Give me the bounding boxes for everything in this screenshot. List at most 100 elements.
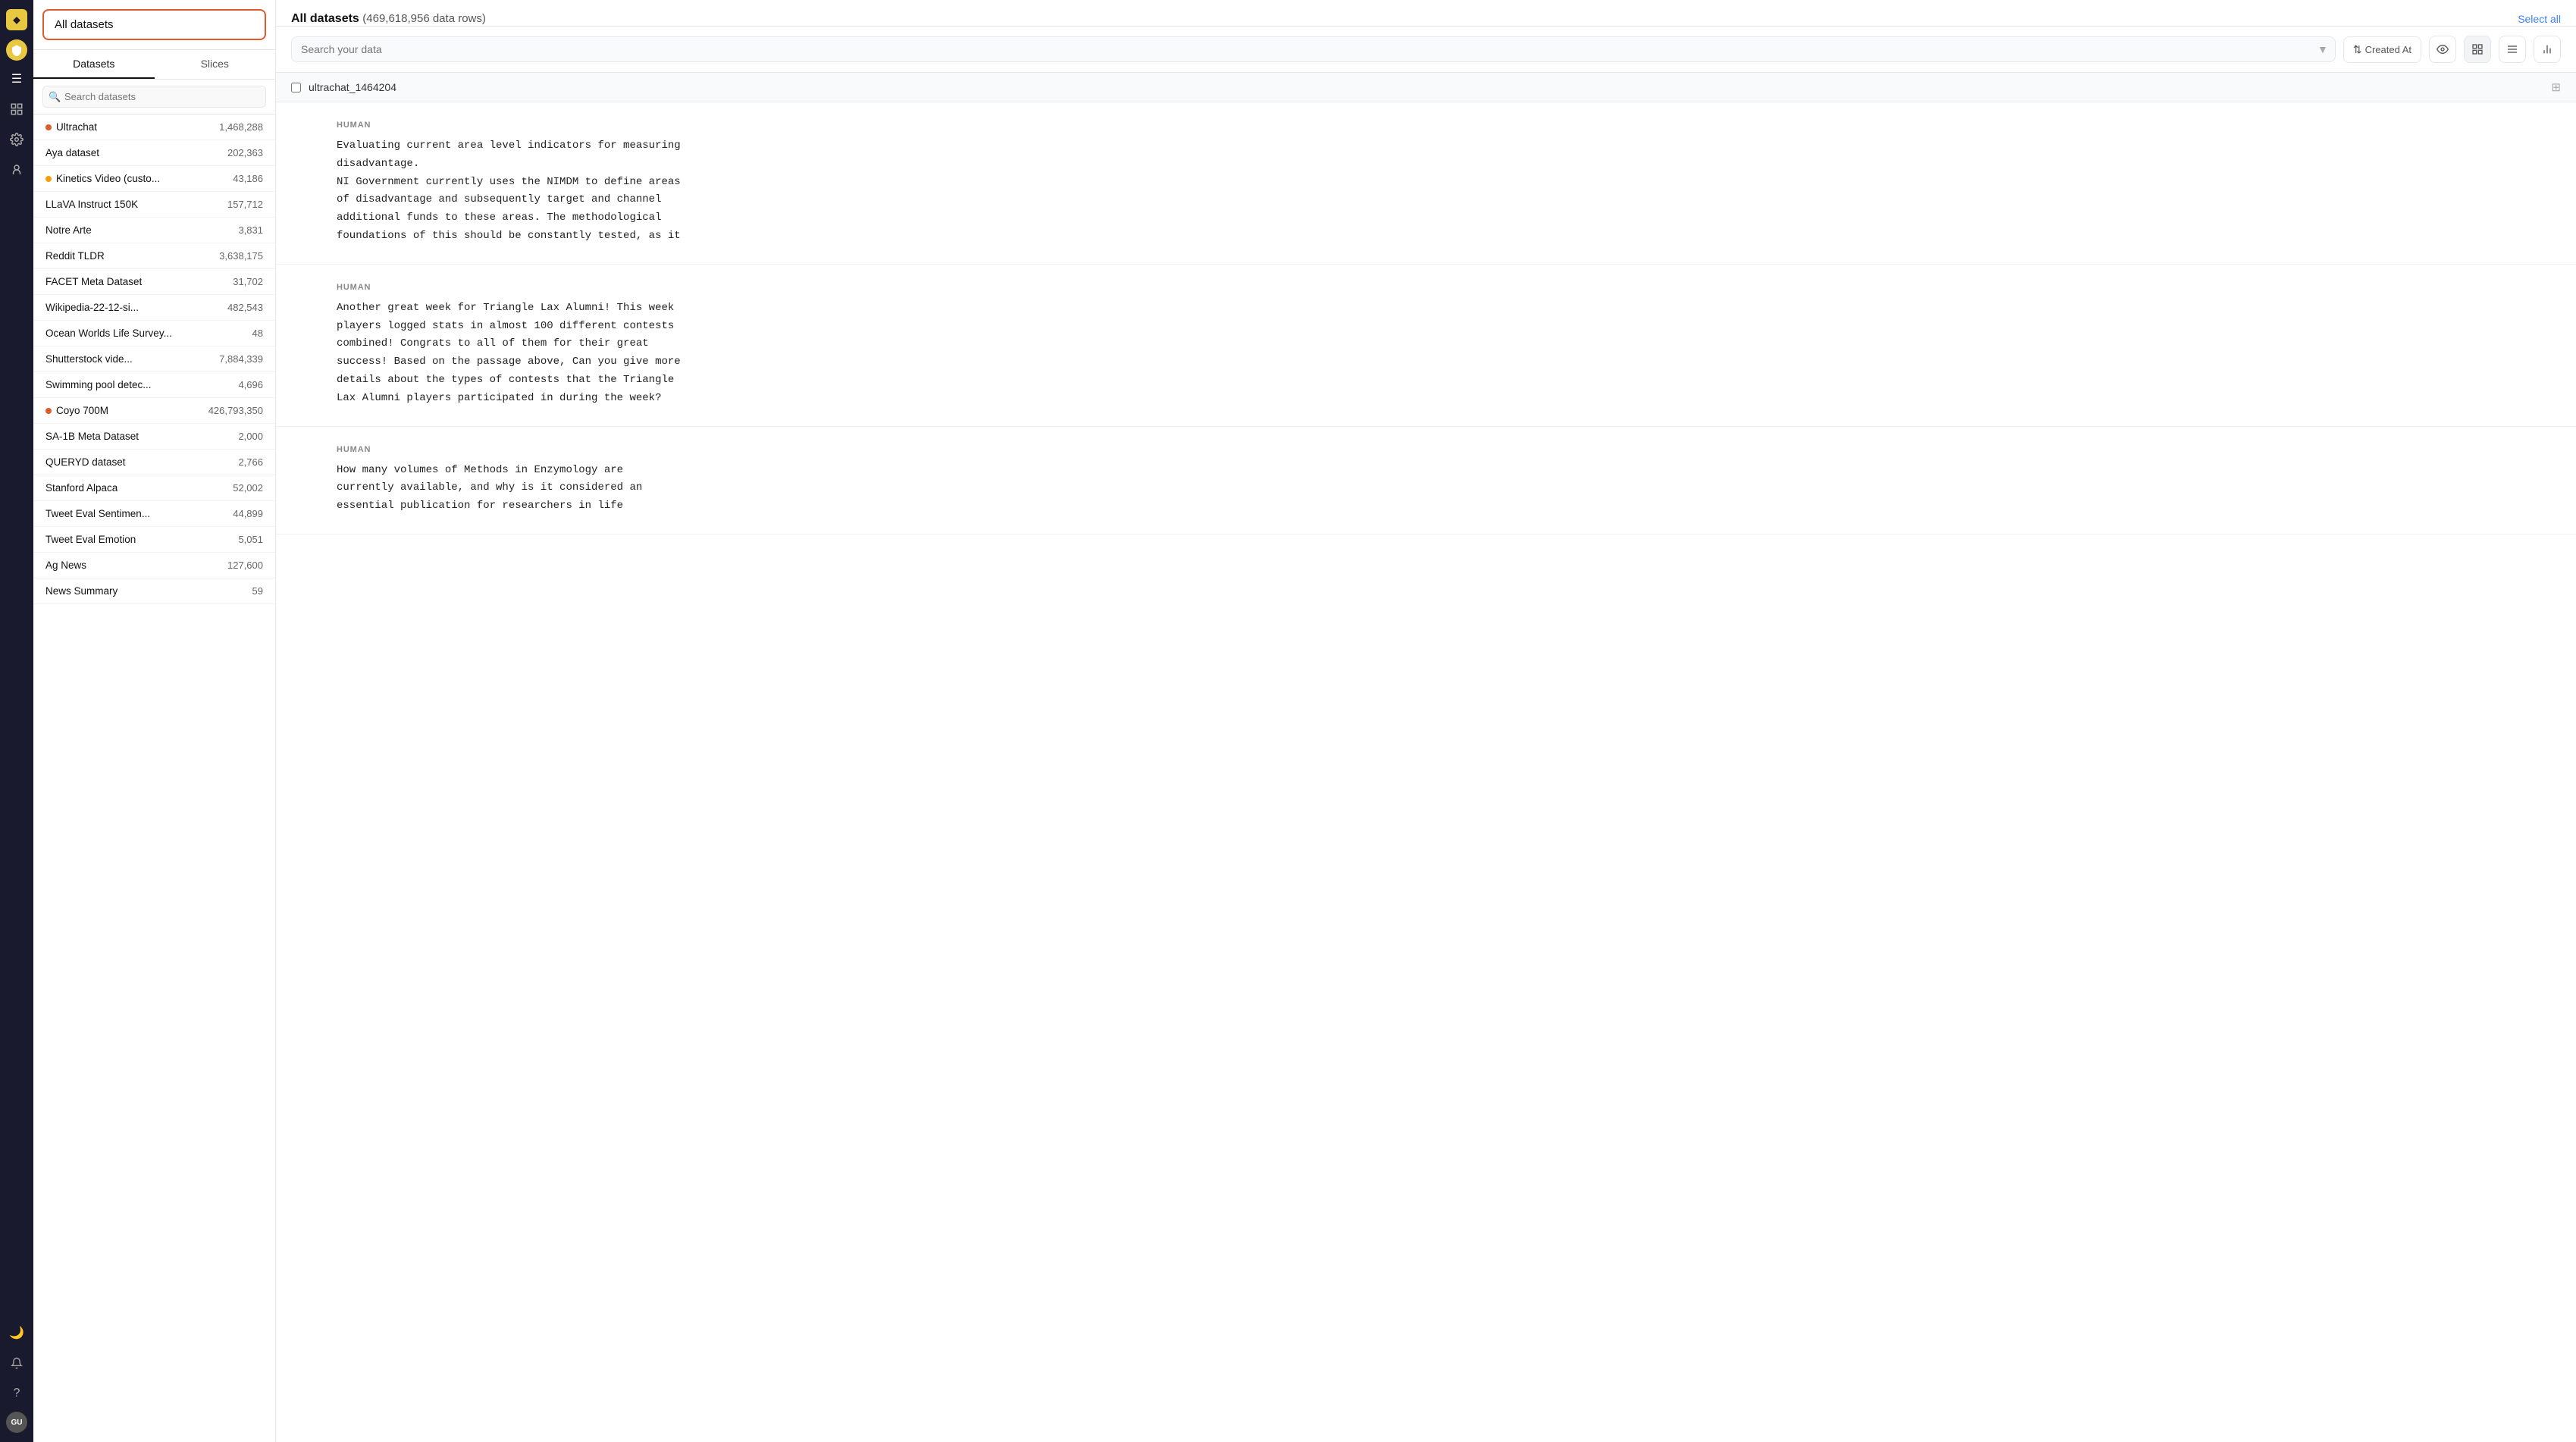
dataset-list-item[interactable]: QUERYD dataset 2,766 [33,450,275,475]
dataset-list-item[interactable]: Coyo 700M 426,793,350 [33,398,275,424]
list-view-button[interactable] [2499,36,2526,63]
eye-view-button[interactable] [2429,36,2456,63]
message-section: HUMANEvaluating current area level indic… [276,102,2576,265]
user-avatar[interactable]: GU [6,1412,27,1433]
dataset-item-count: 3,831 [238,224,263,236]
dataset-item-count: 31,702 [233,276,263,287]
shield-badge [6,39,27,61]
dataset-item-name: Tweet Eval Emotion [45,534,136,545]
nav-models-icon[interactable] [5,158,29,182]
dataset-item-count: 7,884,339 [219,353,263,365]
sidebar: All datasets Datasets Slices 🔍 Ultrachat… [33,0,276,1442]
status-dot [45,176,52,182]
message-role: HUMAN [337,283,2540,292]
dataset-row-label: ultrachat_1464204 [309,81,396,93]
dataset-list-item[interactable]: SA-1B Meta Dataset 2,000 [33,424,275,450]
dataset-list-item[interactable]: Wikipedia-22-12-si...482,543 [33,295,275,321]
dataset-list-item[interactable]: Tweet Eval Sentimen... 44,899 [33,501,275,527]
message-section: HUMAN Another great week for Triangle Lax… [276,265,2576,427]
dataset-item-name: Coyo 700M [56,405,108,416]
all-datasets-button[interactable]: All datasets [42,9,266,40]
dataset-item-name: Aya dataset [45,147,99,158]
grid-view-button[interactable] [2464,36,2491,63]
dataset-list-item[interactable]: Swimming pool detec... 4,696 [33,372,275,398]
tab-datasets[interactable]: Datasets [33,50,155,79]
dataset-item-name: Stanford Alpaca [45,482,118,494]
chart-view-button[interactable] [2534,36,2561,63]
select-all-button[interactable]: Select all [2518,13,2561,25]
sidebar-header: All datasets [33,0,275,50]
help-icon[interactable]: ? [5,1381,29,1406]
sidebar-search-box: 🔍 [33,80,275,114]
dataset-item-count: 202,363 [227,147,263,158]
tab-slices[interactable]: Slices [155,50,276,79]
search-dropdown-icon: ▼ [2317,43,2328,55]
dataset-list-item[interactable]: Kinetics Video (custo... 43,186 [33,166,275,192]
main-search-wrap: ▼ [291,36,2336,62]
main-area: All datasets (469,618,956 data rows) Sel… [276,0,2576,1442]
dataset-list-item[interactable]: Aya dataset 202,363 [33,140,275,166]
dataset-item-count: 127,600 [227,560,263,571]
dataset-item-count: 2,000 [238,431,263,442]
dataset-item-count: 48 [252,328,263,339]
dataset-list-item[interactable]: Stanford Alpaca 52,002 [33,475,275,501]
dataset-list-item[interactable]: Shutterstock vide...7,884,339 [33,346,275,372]
sort-button[interactable]: ⇅ Created At [2343,36,2421,63]
dataset-item-count: 426,793,350 [208,405,263,416]
notifications-icon[interactable] [5,1351,29,1375]
message-text: Evaluating current area level indicators… [337,137,2540,246]
sidebar-search-icon: 🔍 [49,91,61,103]
dataset-list-item[interactable]: LLaVA Instruct 150K 157,712 [33,192,275,218]
message-text: How many volumes of Methods in Enzymolog… [337,462,2540,516]
dataset-list-item[interactable]: News Summary 59 [33,578,275,604]
dataset-item-count: 43,186 [233,173,263,184]
dataset-list-item[interactable]: Notre Arte 3,831 [33,218,275,243]
dataset-item-name: QUERYD dataset [45,456,126,468]
content-area: ultrachat_1464204 ⊞ HUMANEvaluating curr… [276,73,2576,1442]
dataset-list-item[interactable]: Ultrachat1,468,288 [33,114,275,140]
app-logo[interactable]: ◆ [6,9,27,30]
sidebar-tabs: Datasets Slices [33,50,275,80]
main-header: All datasets (469,618,956 data rows) Sel… [276,0,2576,27]
dataset-item-name: Notre Arte [45,224,92,236]
dataset-item-name: News Summary [45,585,118,597]
dataset-item-count: 2,766 [238,456,263,468]
dataset-item-name: Ag News [45,560,86,571]
dataset-list-item[interactable]: Tweet Eval Emotion 5,051 [33,527,275,553]
nav-menu-icon[interactable]: ☰ [5,67,29,91]
main-search-input[interactable] [291,36,2336,62]
sidebar-search-input[interactable] [42,86,266,108]
left-nav: ◆ ☰ 🌙 ? GU [0,0,33,1442]
dark-mode-icon[interactable]: 🌙 [5,1321,29,1345]
message-role: HUMAN [337,445,2540,454]
dataset-item-name: Ocean Worlds Life Survey... [45,328,172,339]
toolbar: ▼ ⇅ Created At [276,27,2576,73]
dataset-item-name: LLaVA Instruct 150K [45,199,138,210]
dataset-item-count: 4,696 [238,379,263,390]
dataset-item-count: 157,712 [227,199,263,210]
select-row-checkbox[interactable] [291,83,301,92]
dataset-item-name: Swimming pool detec... [45,379,152,390]
dataset-item-name: Tweet Eval Sentimen... [45,508,150,519]
nav-settings-icon[interactable] [5,127,29,152]
dataset-list-item[interactable]: Ag News 127,600 [33,553,275,578]
dataset-item-name: Kinetics Video (custo... [56,173,160,184]
dataset-item-count: 59 [252,585,263,597]
dataset-item-name: Reddit TLDR [45,250,105,262]
status-dot [45,408,52,414]
message-section: HUMAN How many volumes of Methods in Enzy… [276,427,2576,534]
status-dot [45,124,52,130]
expand-icon[interactable]: ⊞ [2551,80,2561,94]
dataset-item-name: SA-1B Meta Dataset [45,431,139,442]
dataset-item-count: 44,899 [233,508,263,519]
message-text: Another great week for Triangle Lax Alum… [337,299,2540,408]
dataset-row-header: ultrachat_1464204 ⊞ [276,73,2576,102]
sort-label: Created At [2365,44,2411,55]
nav-datasets-icon[interactable] [5,97,29,121]
dataset-list-item[interactable]: Ocean Worlds Life Survey... 48 [33,321,275,346]
dataset-item-count: 5,051 [238,534,263,545]
dataset-list-item[interactable]: Reddit TLDR3,638,175 [33,243,275,269]
dataset-item-name: FACET Meta Dataset [45,276,142,287]
dataset-list-item[interactable]: FACET Meta Dataset 31,702 [33,269,275,295]
dataset-item-count: 52,002 [233,482,263,494]
